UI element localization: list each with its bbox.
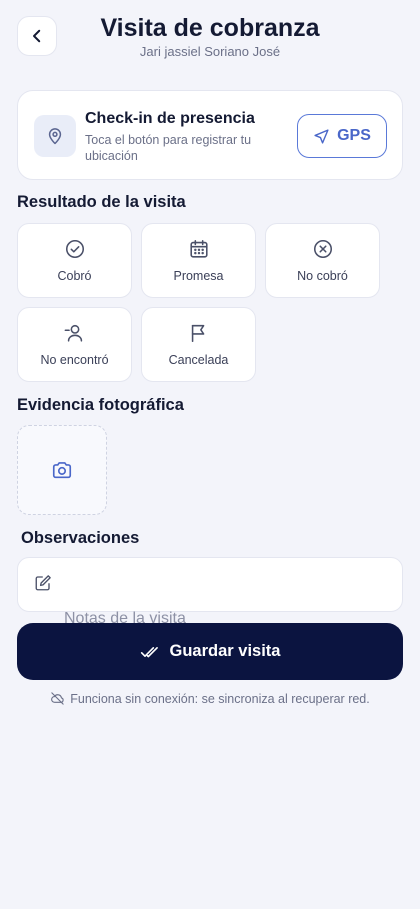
edit-icon — [35, 575, 51, 591]
result-option-label: No cobró — [297, 269, 348, 283]
result-option-cobro[interactable]: Cobró — [17, 223, 132, 298]
visit-screen: Visita de cobranza Jari jassiel Soriano … — [0, 0, 420, 909]
camera-icon — [52, 462, 72, 479]
check-circle-icon — [65, 239, 84, 259]
result-option-promesa[interactable]: Promesa — [141, 223, 256, 298]
result-option-label: Promesa — [173, 269, 224, 283]
checkin-card: Check-in de presencia Toca el botón para… — [17, 90, 403, 180]
flag-icon — [191, 324, 204, 343]
result-option-label: Cobró — [57, 269, 92, 283]
offline-note-text: Funciona sin conexión: se sincroniza al … — [70, 691, 370, 706]
photo-section-title: Evidencia fotográfica — [17, 396, 184, 414]
offline-note: Funciona sin conexión: se sincroniza al … — [0, 691, 420, 706]
save-visit-label: Guardar visita — [169, 642, 281, 660]
x-circle-icon — [313, 239, 332, 259]
page-title: Visita de cobranza — [100, 14, 320, 42]
save-visit-button[interactable]: Guardar visita — [17, 623, 403, 680]
observations-input[interactable] — [17, 557, 403, 612]
user-minus-icon — [64, 324, 82, 342]
client-name: Jari jassiel Soriano José — [139, 44, 281, 59]
navigation-arrow-icon — [314, 128, 329, 144]
checkin-icon-box — [34, 115, 76, 157]
result-option-label: Cancelada — [168, 353, 229, 367]
checkin-description: Toca el botón para registrar tu ubicació… — [85, 133, 252, 163]
map-pin-icon — [48, 128, 62, 145]
gps-label: GPS — [337, 127, 371, 144]
double-check-icon — [140, 646, 158, 657]
observations-section-title: Observaciones — [21, 529, 140, 547]
result-section-title: Resultado de la visita — [17, 193, 186, 211]
result-option-label: No encontró — [40, 353, 109, 367]
add-photo-button[interactable] — [17, 425, 107, 515]
cloud-off-icon — [51, 692, 64, 705]
result-option-no-cobro[interactable]: No cobró — [265, 223, 380, 298]
result-option-cancelada[interactable]: Cancelada — [141, 307, 256, 382]
result-option-no-encontro[interactable]: No encontró — [17, 307, 132, 382]
checkin-title: Check-in de presencia — [85, 110, 255, 127]
calendar-icon — [189, 239, 208, 258]
gps-button[interactable]: GPS — [297, 114, 387, 158]
